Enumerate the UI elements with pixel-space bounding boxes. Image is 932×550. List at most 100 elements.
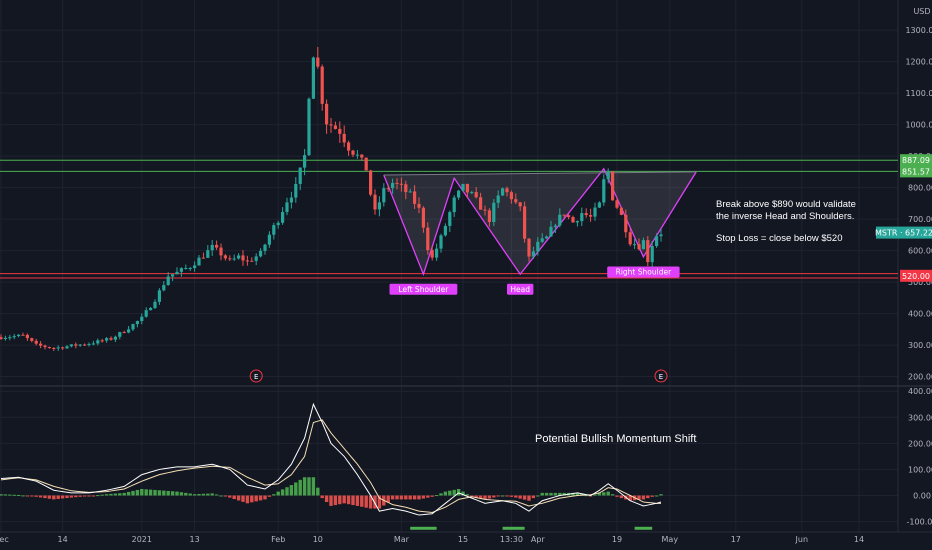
macd-histogram-bar[interactable]: [140, 488, 144, 496]
candle-body[interactable]: [329, 124, 333, 126]
candle-body[interactable]: [298, 167, 302, 184]
candle-body[interactable]: [113, 336, 117, 340]
candle-body[interactable]: [34, 340, 38, 344]
macd-histogram-bar[interactable]: [100, 494, 104, 496]
macd-histogram-bar[interactable]: [56, 495, 60, 499]
candle-body[interactable]: [527, 238, 531, 257]
macd-histogram-bar[interactable]: [342, 495, 346, 504]
candle-body[interactable]: [21, 334, 25, 336]
macd-histogram-bar[interactable]: [153, 489, 157, 496]
candle-body[interactable]: [606, 171, 610, 180]
candle-body[interactable]: [105, 338, 109, 341]
candle-body[interactable]: [338, 128, 342, 134]
candle-body[interactable]: [351, 150, 355, 155]
macd-histogram-bar[interactable]: [311, 477, 316, 496]
candle-body[interactable]: [8, 337, 12, 339]
macd-histogram-bar[interactable]: [646, 495, 650, 499]
candle-body[interactable]: [96, 340, 100, 344]
candle-body[interactable]: [144, 310, 148, 317]
macd-histogram-bar[interactable]: [8, 494, 12, 496]
macd-histogram-bar[interactable]: [148, 489, 153, 496]
macd-histogram-bar[interactable]: [82, 495, 87, 497]
macd-histogram-bar[interactable]: [333, 495, 338, 506]
candle-body[interactable]: [69, 344, 73, 347]
price-tag-3[interactable]: 520.00: [900, 269, 932, 282]
candle-body[interactable]: [461, 183, 465, 191]
candle-body[interactable]: [479, 197, 483, 210]
candle-body[interactable]: [597, 202, 601, 208]
macd-histogram-bar[interactable]: [96, 495, 100, 497]
macd-histogram-bar[interactable]: [404, 495, 408, 500]
candle-body[interactable]: [65, 346, 69, 349]
macd-histogram-bar[interactable]: [47, 495, 52, 499]
candle-body[interactable]: [439, 235, 443, 249]
candle-body[interactable]: [267, 234, 271, 245]
candle-body[interactable]: [465, 183, 469, 193]
candle-body[interactable]: [272, 225, 276, 235]
candle-body[interactable]: [237, 255, 241, 259]
candle-body[interactable]: [201, 257, 205, 259]
macd-histogram-bar[interactable]: [223, 495, 228, 497]
candle-body[interactable]: [259, 250, 263, 257]
macd-histogram-bar[interactable]: [320, 495, 324, 499]
macd-histogram-bar[interactable]: [272, 494, 276, 496]
macd-histogram-bar[interactable]: [258, 495, 263, 501]
macd-histogram-bar[interactable]: [509, 495, 514, 497]
pattern-label-0[interactable]: Left Shoulder: [389, 283, 458, 295]
candle-body[interactable]: [360, 154, 364, 158]
candle-body[interactable]: [131, 324, 135, 330]
macd-histogram-bar[interactable]: [109, 493, 113, 496]
macd-histogram-bar[interactable]: [434, 495, 439, 497]
macd-histogram-bar[interactable]: [527, 495, 531, 501]
macd-histogram-bar[interactable]: [553, 492, 558, 496]
candle-body[interactable]: [47, 347, 51, 349]
macd-histogram-bar[interactable]: [201, 493, 206, 496]
macd-histogram-bar[interactable]: [338, 495, 342, 505]
macd-histogram-bar[interactable]: [395, 495, 399, 500]
candle-body[interactable]: [549, 226, 553, 237]
candle-body[interactable]: [245, 260, 249, 262]
macd-histogram-bar[interactable]: [531, 495, 536, 499]
macd-histogram-bar[interactable]: [113, 493, 118, 496]
macd-histogram-bar[interactable]: [448, 490, 452, 496]
candle-body[interactable]: [333, 125, 337, 129]
macd-histogram-bar[interactable]: [78, 495, 82, 497]
candle-body[interactable]: [325, 103, 329, 125]
macd-histogram-bar[interactable]: [170, 491, 175, 496]
candle-body[interactable]: [219, 247, 223, 256]
candle-body[interactable]: [377, 202, 381, 210]
candle-body[interactable]: [285, 202, 289, 213]
macd-histogram-bar[interactable]: [307, 477, 311, 496]
candle-body[interactable]: [448, 212, 452, 226]
macd-histogram-bar[interactable]: [360, 495, 364, 507]
candle-body[interactable]: [215, 244, 219, 248]
macd-histogram-bar[interactable]: [0, 494, 3, 496]
macd-histogram-bar[interactable]: [659, 494, 663, 496]
candle-body[interactable]: [166, 276, 170, 286]
candle-body[interactable]: [646, 240, 650, 263]
macd-histogram-bar[interactable]: [514, 495, 518, 498]
macd-histogram-bar[interactable]: [104, 494, 109, 496]
candle-body[interactable]: [391, 182, 395, 189]
candle-body[interactable]: [118, 332, 122, 337]
macd-histogram-bar[interactable]: [144, 489, 148, 496]
macd-histogram-bar[interactable]: [263, 495, 267, 500]
candle-body[interactable]: [470, 192, 474, 194]
macd-histogram-bar[interactable]: [355, 495, 360, 506]
candle-body[interactable]: [509, 192, 513, 200]
candle-body[interactable]: [580, 213, 584, 222]
candle-body[interactable]: [307, 98, 311, 156]
macd-histogram-bar[interactable]: [250, 495, 254, 503]
candle-body[interactable]: [487, 210, 491, 222]
macd-histogram-bar[interactable]: [184, 492, 188, 496]
macd-histogram-bar[interactable]: [443, 491, 448, 496]
candle-body[interactable]: [311, 57, 315, 99]
candle-body[interactable]: [417, 203, 421, 208]
macd-histogram-bar[interactable]: [285, 487, 289, 496]
candle-body[interactable]: [496, 195, 500, 203]
pattern-label-1[interactable]: Head: [507, 283, 534, 295]
candle-body[interactable]: [25, 334, 29, 339]
macd-histogram-bar[interactable]: [219, 495, 223, 497]
macd-histogram-bar[interactable]: [500, 495, 505, 497]
candle-body[interactable]: [342, 133, 346, 143]
